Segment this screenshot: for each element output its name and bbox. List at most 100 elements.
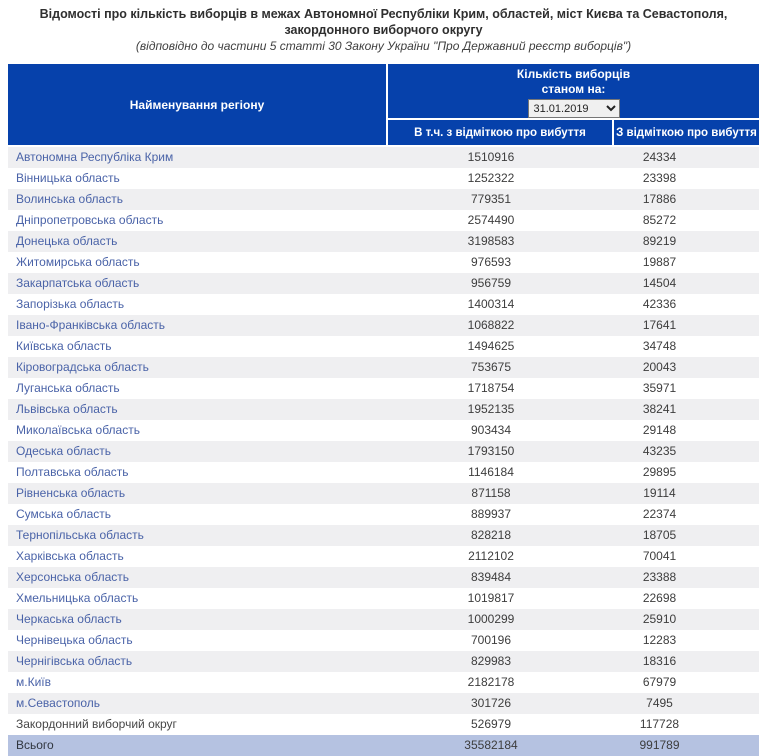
departed-count-cell: 89219 [612, 231, 759, 252]
region-link[interactable]: м.Севастополь [16, 696, 100, 710]
departed-count-cell: 7495 [612, 693, 759, 714]
voters-count-cell: 1793150 [388, 441, 612, 462]
table-row: Чернігівська область 829983 18316 [8, 651, 759, 672]
voters-count-cell: 2574490 [388, 210, 612, 231]
departed-count-cell: 23388 [612, 567, 759, 588]
departed-count-cell: 25910 [612, 609, 759, 630]
region-link[interactable]: Кіровоградська область [16, 360, 149, 374]
departed-count-cell: 117728 [612, 714, 759, 735]
voters-count-cell: 956759 [388, 273, 612, 294]
table-row: Черкаська область 1000299 25910 [8, 609, 759, 630]
departed-count-cell: 20043 [612, 357, 759, 378]
header-count-column: Кількість виборців станом на: 31.01.2019 [388, 64, 759, 120]
region-link[interactable]: Житомирська область [16, 255, 140, 269]
region-link[interactable]: Київська область [16, 339, 111, 353]
region-link[interactable]: Автономна Республіка Крим [16, 150, 173, 164]
departed-count-cell: 17886 [612, 189, 759, 210]
region-link[interactable]: Рівненська область [16, 486, 125, 500]
voters-count-cell: 1494625 [388, 336, 612, 357]
voters-count-cell: 1019817 [388, 588, 612, 609]
table-row: Миколаївська область 903434 29148 [8, 420, 759, 441]
table-row: м.Київ 2182178 67979 [8, 672, 759, 693]
total-departed-value: 991789 [612, 735, 759, 756]
voters-count-cell: 526979 [388, 714, 612, 735]
region-link[interactable]: Харківська область [16, 549, 124, 563]
voters-count-cell: 1718754 [388, 378, 612, 399]
departed-count-cell: 29148 [612, 420, 759, 441]
region-link[interactable]: Тернопільська область [16, 528, 144, 542]
region-link[interactable]: Івано-Франківська область [16, 318, 165, 332]
region-link[interactable]: Волинська область [16, 192, 123, 206]
table-row: Закордонний виборчий округ 526979 117728 [8, 714, 759, 735]
departed-count-cell: 85272 [612, 210, 759, 231]
region-link[interactable]: Запорізька область [16, 297, 124, 311]
departed-count-cell: 23398 [612, 168, 759, 189]
departed-count-cell: 38241 [612, 399, 759, 420]
voters-count-cell: 2182178 [388, 672, 612, 693]
page-title: Відомості про кількість виборців в межах… [0, 0, 767, 54]
departed-count-cell: 19887 [612, 252, 759, 273]
departed-count-cell: 67979 [612, 672, 759, 693]
region-link[interactable]: Дніпропетровська область [16, 213, 163, 227]
table-row: Автономна Республіка Крим 1510916 24334 [8, 147, 759, 168]
table-row: Тернопільська область 828218 18705 [8, 525, 759, 546]
region-link[interactable]: Закарпатська область [16, 276, 139, 290]
table-row: Одеська область 1793150 43235 [8, 441, 759, 462]
voters-count-cell: 1252322 [388, 168, 612, 189]
table-row: Вінницька область 1252322 23398 [8, 168, 759, 189]
departed-count-cell: 22698 [612, 588, 759, 609]
region-link[interactable]: Луганська область [16, 381, 120, 395]
departed-count-cell: 12283 [612, 630, 759, 651]
table-row: Сумська область 889937 22374 [8, 504, 759, 525]
voters-count-cell: 828218 [388, 525, 612, 546]
voters-count-cell: 1068822 [388, 315, 612, 336]
table-row: Івано-Франківська область 1068822 17641 [8, 315, 759, 336]
table-row: Чернівецька область 700196 12283 [8, 630, 759, 651]
region-link[interactable]: Донецька область [16, 234, 117, 248]
header-count-line1: Кількість виборців [517, 67, 630, 81]
departed-count-cell: 42336 [612, 294, 759, 315]
date-select[interactable]: 31.01.2019 [528, 99, 620, 118]
region-link[interactable]: Черкаська область [16, 612, 122, 626]
voters-count-cell: 779351 [388, 189, 612, 210]
departed-count-cell: 35971 [612, 378, 759, 399]
departed-count-cell: 43235 [612, 441, 759, 462]
departed-count-cell: 24334 [612, 147, 759, 168]
region-link[interactable]: Львівська область [16, 402, 118, 416]
table-row: Донецька область 3198583 89219 [8, 231, 759, 252]
voters-count-cell: 1952135 [388, 399, 612, 420]
page-title-line1: Відомості про кількість виборців в межах… [0, 6, 767, 38]
table-row: Херсонська область 839484 23388 [8, 567, 759, 588]
departed-count-cell: 17641 [612, 315, 759, 336]
region-link[interactable]: м.Київ [16, 675, 51, 689]
region-link[interactable]: Чернівецька область [16, 633, 133, 647]
departed-count-cell: 70041 [612, 546, 759, 567]
table-row: Київська область 1494625 34748 [8, 336, 759, 357]
table-row: Рівненська область 871158 19114 [8, 483, 759, 504]
total-label: Всього [8, 735, 388, 756]
header-count-line2: станом на: [542, 82, 606, 96]
voters-count-cell: 1000299 [388, 609, 612, 630]
departed-count-cell: 34748 [612, 336, 759, 357]
voters-table: Найменування регіону Кількість виборців … [8, 64, 759, 756]
voters-count-cell: 753675 [388, 357, 612, 378]
region-link[interactable]: Миколаївська область [16, 423, 140, 437]
voters-count-cell: 839484 [388, 567, 612, 588]
region-link[interactable]: Вінницька область [16, 171, 120, 185]
table-row: Закарпатська область 956759 14504 [8, 273, 759, 294]
region-link[interactable]: Херсонська область [16, 570, 129, 584]
region-link[interactable]: Полтавська область [16, 465, 129, 479]
voters-count-cell: 903434 [388, 420, 612, 441]
table-row: Полтавська область 1146184 29895 [8, 462, 759, 483]
region-link[interactable]: Хмельницька область [16, 591, 138, 605]
table-row: Дніпропетровська область 2574490 85272 [8, 210, 759, 231]
table-row: Львівська область 1952135 38241 [8, 399, 759, 420]
table-row: Кіровоградська область 753675 20043 [8, 357, 759, 378]
header-subcol-departed: З відміткою про вибуття [612, 120, 759, 145]
region-link[interactable]: Чернігівська область [16, 654, 132, 668]
region-link: Закордонний виборчий округ [16, 717, 177, 731]
table-row: Волинська область 779351 17886 [8, 189, 759, 210]
voters-count-cell: 700196 [388, 630, 612, 651]
region-link[interactable]: Одеська область [16, 444, 111, 458]
region-link[interactable]: Сумська область [16, 507, 111, 521]
